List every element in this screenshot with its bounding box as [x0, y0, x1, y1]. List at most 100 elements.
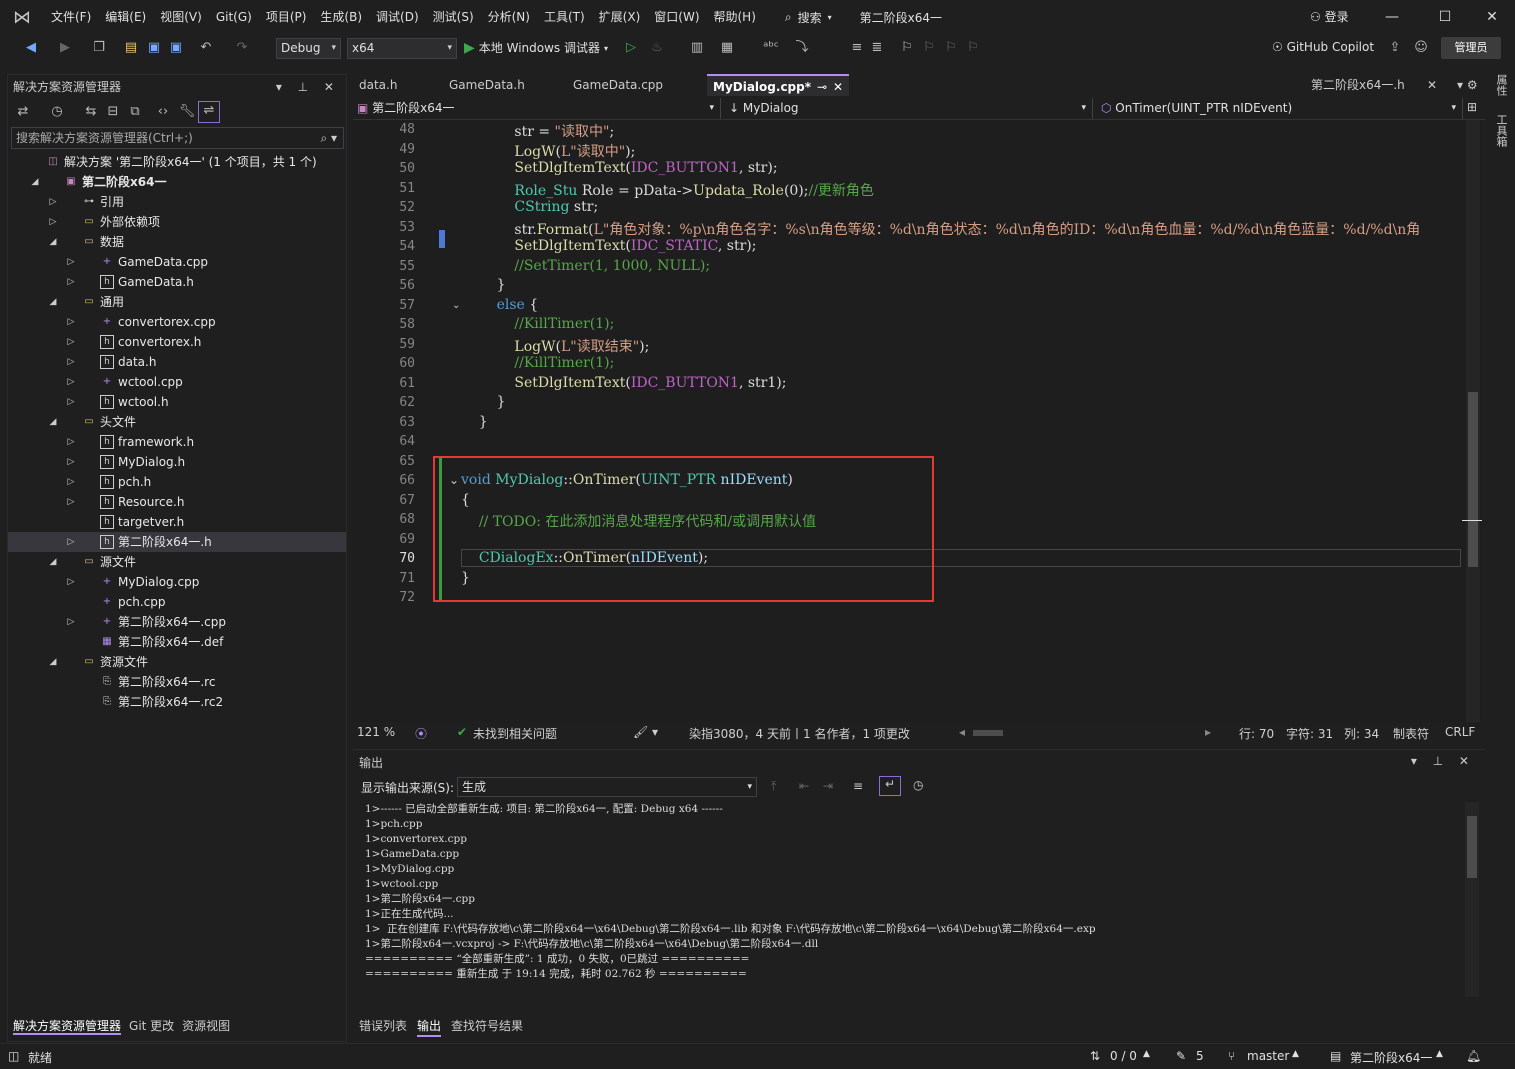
collapsed-arrow-icon[interactable]: ▷ — [66, 432, 76, 452]
collapsed-arrow-icon[interactable]: ▷ — [48, 212, 58, 232]
pending-edits[interactable]: 5 — [1196, 1049, 1204, 1063]
collapse-all-icon[interactable]: ⊟ — [104, 103, 122, 121]
spell-check-icon[interactable]: ᵃᵇᶜ — [762, 39, 780, 57]
menu-item[interactable]: Git(G) — [209, 0, 259, 34]
collapse-else-icon[interactable]: ⌄ — [452, 300, 460, 311]
menu-item[interactable]: 分析(N) — [481, 0, 537, 34]
feedback-icon[interactable]: ☺ — [1412, 39, 1430, 57]
collapsed-arrow-icon[interactable]: ▷ — [66, 372, 76, 392]
expanded-arrow-icon[interactable]: ◢ — [48, 232, 58, 252]
code-line[interactable]: //KillTimer(1); — [461, 355, 614, 371]
expanded-arrow-icon[interactable]: ◢ — [48, 412, 58, 432]
solution-bottom-tab[interactable]: Git 更改 — [129, 1017, 174, 1035]
expanded-arrow-icon[interactable]: ◢ — [48, 552, 58, 572]
tree-item[interactable]: ▷ h data.h — [8, 352, 346, 372]
tree-item[interactable]: ▷ h 第二阶段x64一.h — [8, 532, 346, 552]
code-line[interactable]: CString str; — [461, 199, 598, 215]
tree-item[interactable]: ▷ + MyDialog.cpp — [8, 572, 346, 592]
member-select[interactable]: ⬡ OnTimer(UINT_PTR nIDEvent) ▾ — [1097, 98, 1463, 119]
start-debugging-button[interactable]: ▶ 本地 Windows 调试器 ▾ — [464, 38, 608, 59]
editor-scrollbar[interactable] — [1462, 120, 1482, 722]
collapsed-arrow-icon[interactable]: ▷ — [66, 252, 76, 272]
bookmark-prev-icon[interactable]: ⚐ — [920, 39, 938, 57]
code-line[interactable]: //KillTimer(1); — [461, 316, 614, 332]
sync-icon[interactable]: ⇄ — [14, 103, 32, 121]
bookmark-icon[interactable]: ⚐ — [898, 39, 916, 57]
menu-item[interactable]: 生成(B) — [313, 0, 369, 34]
uncomment-icon[interactable]: ≣ — [868, 39, 886, 57]
collapsed-arrow-icon[interactable]: ▷ — [66, 312, 76, 332]
zoom-level[interactable]: 121 % — [357, 725, 395, 739]
menu-item[interactable]: 编辑(E) — [98, 0, 153, 34]
issues-status[interactable]: 未找到相关问题 — [473, 725, 557, 742]
bookmark-clear-icon[interactable]: ⚐ — [964, 39, 982, 57]
goto-next-message-icon[interactable]: ⇤ — [799, 779, 809, 793]
tree-item[interactable]: ◢ ▭ 头文件 — [8, 412, 346, 432]
indent-mode[interactable]: 制表符 — [1393, 725, 1429, 742]
tab-gamedata-cpp[interactable]: GameData.cpp — [567, 74, 705, 96]
tree-item[interactable]: ◫ 解决方案 '第二阶段x64一' (1 个项目，共 1 个) — [8, 152, 346, 172]
output-text[interactable]: 1>------ 已启动全部重新生成: 项目: 第二阶段x64一, 配置: De… — [365, 802, 1455, 997]
code-line[interactable]: } — [461, 394, 506, 410]
tree-item[interactable]: ▷ h framework.h — [8, 432, 346, 452]
h-scroll-thumb[interactable] — [973, 730, 1003, 736]
find-message-icon[interactable]: ⇥ — [823, 779, 833, 793]
expanded-arrow-icon[interactable]: ◢ — [48, 292, 58, 312]
tree-item[interactable]: h targetver.h — [8, 512, 346, 532]
maximize-button[interactable]: ☐ — [1433, 6, 1457, 28]
line-ending[interactable]: CRLF — [1445, 725, 1475, 739]
search-button[interactable]: ⌕ 搜索 ▾ — [775, 9, 842, 26]
git-branch[interactable]: master — [1247, 1049, 1289, 1063]
timestamp-icon[interactable]: ◷ — [913, 778, 923, 792]
preview-selected-icon[interactable]: ⇌ — [198, 101, 220, 123]
tab-data-h[interactable]: data.h — [353, 74, 441, 96]
tree-item[interactable]: ◢ ▭ 通用 — [8, 292, 346, 312]
comment-icon[interactable]: ≡ — [848, 39, 866, 57]
code-line[interactable]: LogW(L"读取中"); — [461, 141, 635, 161]
code-line[interactable]: SetDlgItemText(IDC_BUTTON1, str); — [461, 160, 777, 176]
tab-project-h[interactable]: 第二阶段x64一.h ✕ — [1305, 74, 1443, 96]
close-window-button[interactable]: ✕ — [1480, 6, 1504, 28]
layout-icon[interactable]: ▦ — [718, 39, 736, 57]
collapsed-arrow-icon[interactable]: ▷ — [66, 612, 76, 632]
output-panel-controls[interactable]: ▾ ⊥ ✕ — [1411, 754, 1475, 768]
tree-item[interactable]: ◢ ▭ 源文件 — [8, 552, 346, 572]
collapsed-arrow-icon[interactable]: ▷ — [66, 392, 76, 412]
code-line[interactable]: LogW(L"读取结束"); — [461, 336, 649, 356]
configuration-select[interactable]: Debug ▾ — [276, 38, 341, 59]
tree-item[interactable]: ▷ h convertorex.h — [8, 332, 346, 352]
solution-bottom-tab[interactable]: 资源视图 — [182, 1017, 230, 1035]
pending-changes-icon[interactable]: ⇆ — [82, 103, 100, 121]
menu-item[interactable]: 窗口(W) — [647, 0, 706, 34]
tab-mydialog-cpp[interactable]: MyDialog.cpp* ⊸ ✕ — [707, 74, 849, 96]
h-scroll-left-icon[interactable]: ◂ — [959, 725, 965, 739]
tree-item[interactable]: ⎘ 第二阶段x64一.rc — [8, 672, 346, 692]
pin-icon[interactable]: ⊸ — [817, 76, 827, 98]
tree-item[interactable]: ▷ + convertorex.cpp — [8, 312, 346, 332]
menu-item[interactable]: 项目(P) — [259, 0, 314, 34]
menu-item[interactable]: 工具(T) — [537, 0, 592, 34]
solution-search-input[interactable]: 搜索解决方案资源管理器(Ctrl+;) ⌕ ▾ — [11, 127, 344, 149]
menu-item[interactable]: 视图(V) — [153, 0, 209, 34]
collapsed-arrow-icon[interactable]: ▷ — [66, 492, 76, 512]
start-without-debugging-icon[interactable]: ▷ — [622, 39, 640, 57]
code-line[interactable]: str.Format(L"角色对象：%p\n角色名字：%s\n角色等级：%d\n… — [461, 219, 1420, 239]
collapsed-arrow-icon[interactable]: ▷ — [66, 572, 76, 592]
output-bottom-tab[interactable]: 错误列表 — [359, 1017, 407, 1037]
toolbox-tab[interactable]: 工具箱 — [1495, 114, 1508, 147]
tree-item[interactable]: ▷ h GameData.h — [8, 272, 346, 292]
code-line[interactable]: str = "读取中"; — [461, 121, 614, 141]
close-icon[interactable]: ✕ — [1427, 74, 1437, 96]
menu-item[interactable]: 文件(F) — [44, 0, 98, 34]
properties-tab[interactable]: 属性 — [1495, 74, 1508, 96]
tree-item[interactable]: ▷ + 第二阶段x64一.cpp — [8, 612, 346, 632]
notifications-icon[interactable]: 🔔︎ — [1466, 1049, 1481, 1063]
forward-icon[interactable]: ▶ — [56, 39, 74, 57]
share-icon[interactable]: ⇪ — [1386, 39, 1404, 57]
platform-select[interactable]: x64 ▾ — [347, 38, 457, 59]
collapsed-arrow-icon[interactable]: ▷ — [66, 472, 76, 492]
tree-item[interactable]: ◢ ▭ 数据 — [8, 232, 346, 252]
code-editor[interactable]: 48 49 50 51 52 53 54 55 56 57 58 59 60 61 62 63 64 65 66 67… — [353, 120, 1483, 722]
code-line[interactable]: SetDlgItemText(IDC_STATIC, str); — [461, 238, 756, 254]
output-bottom-tab[interactable]: 输出 — [417, 1017, 442, 1037]
